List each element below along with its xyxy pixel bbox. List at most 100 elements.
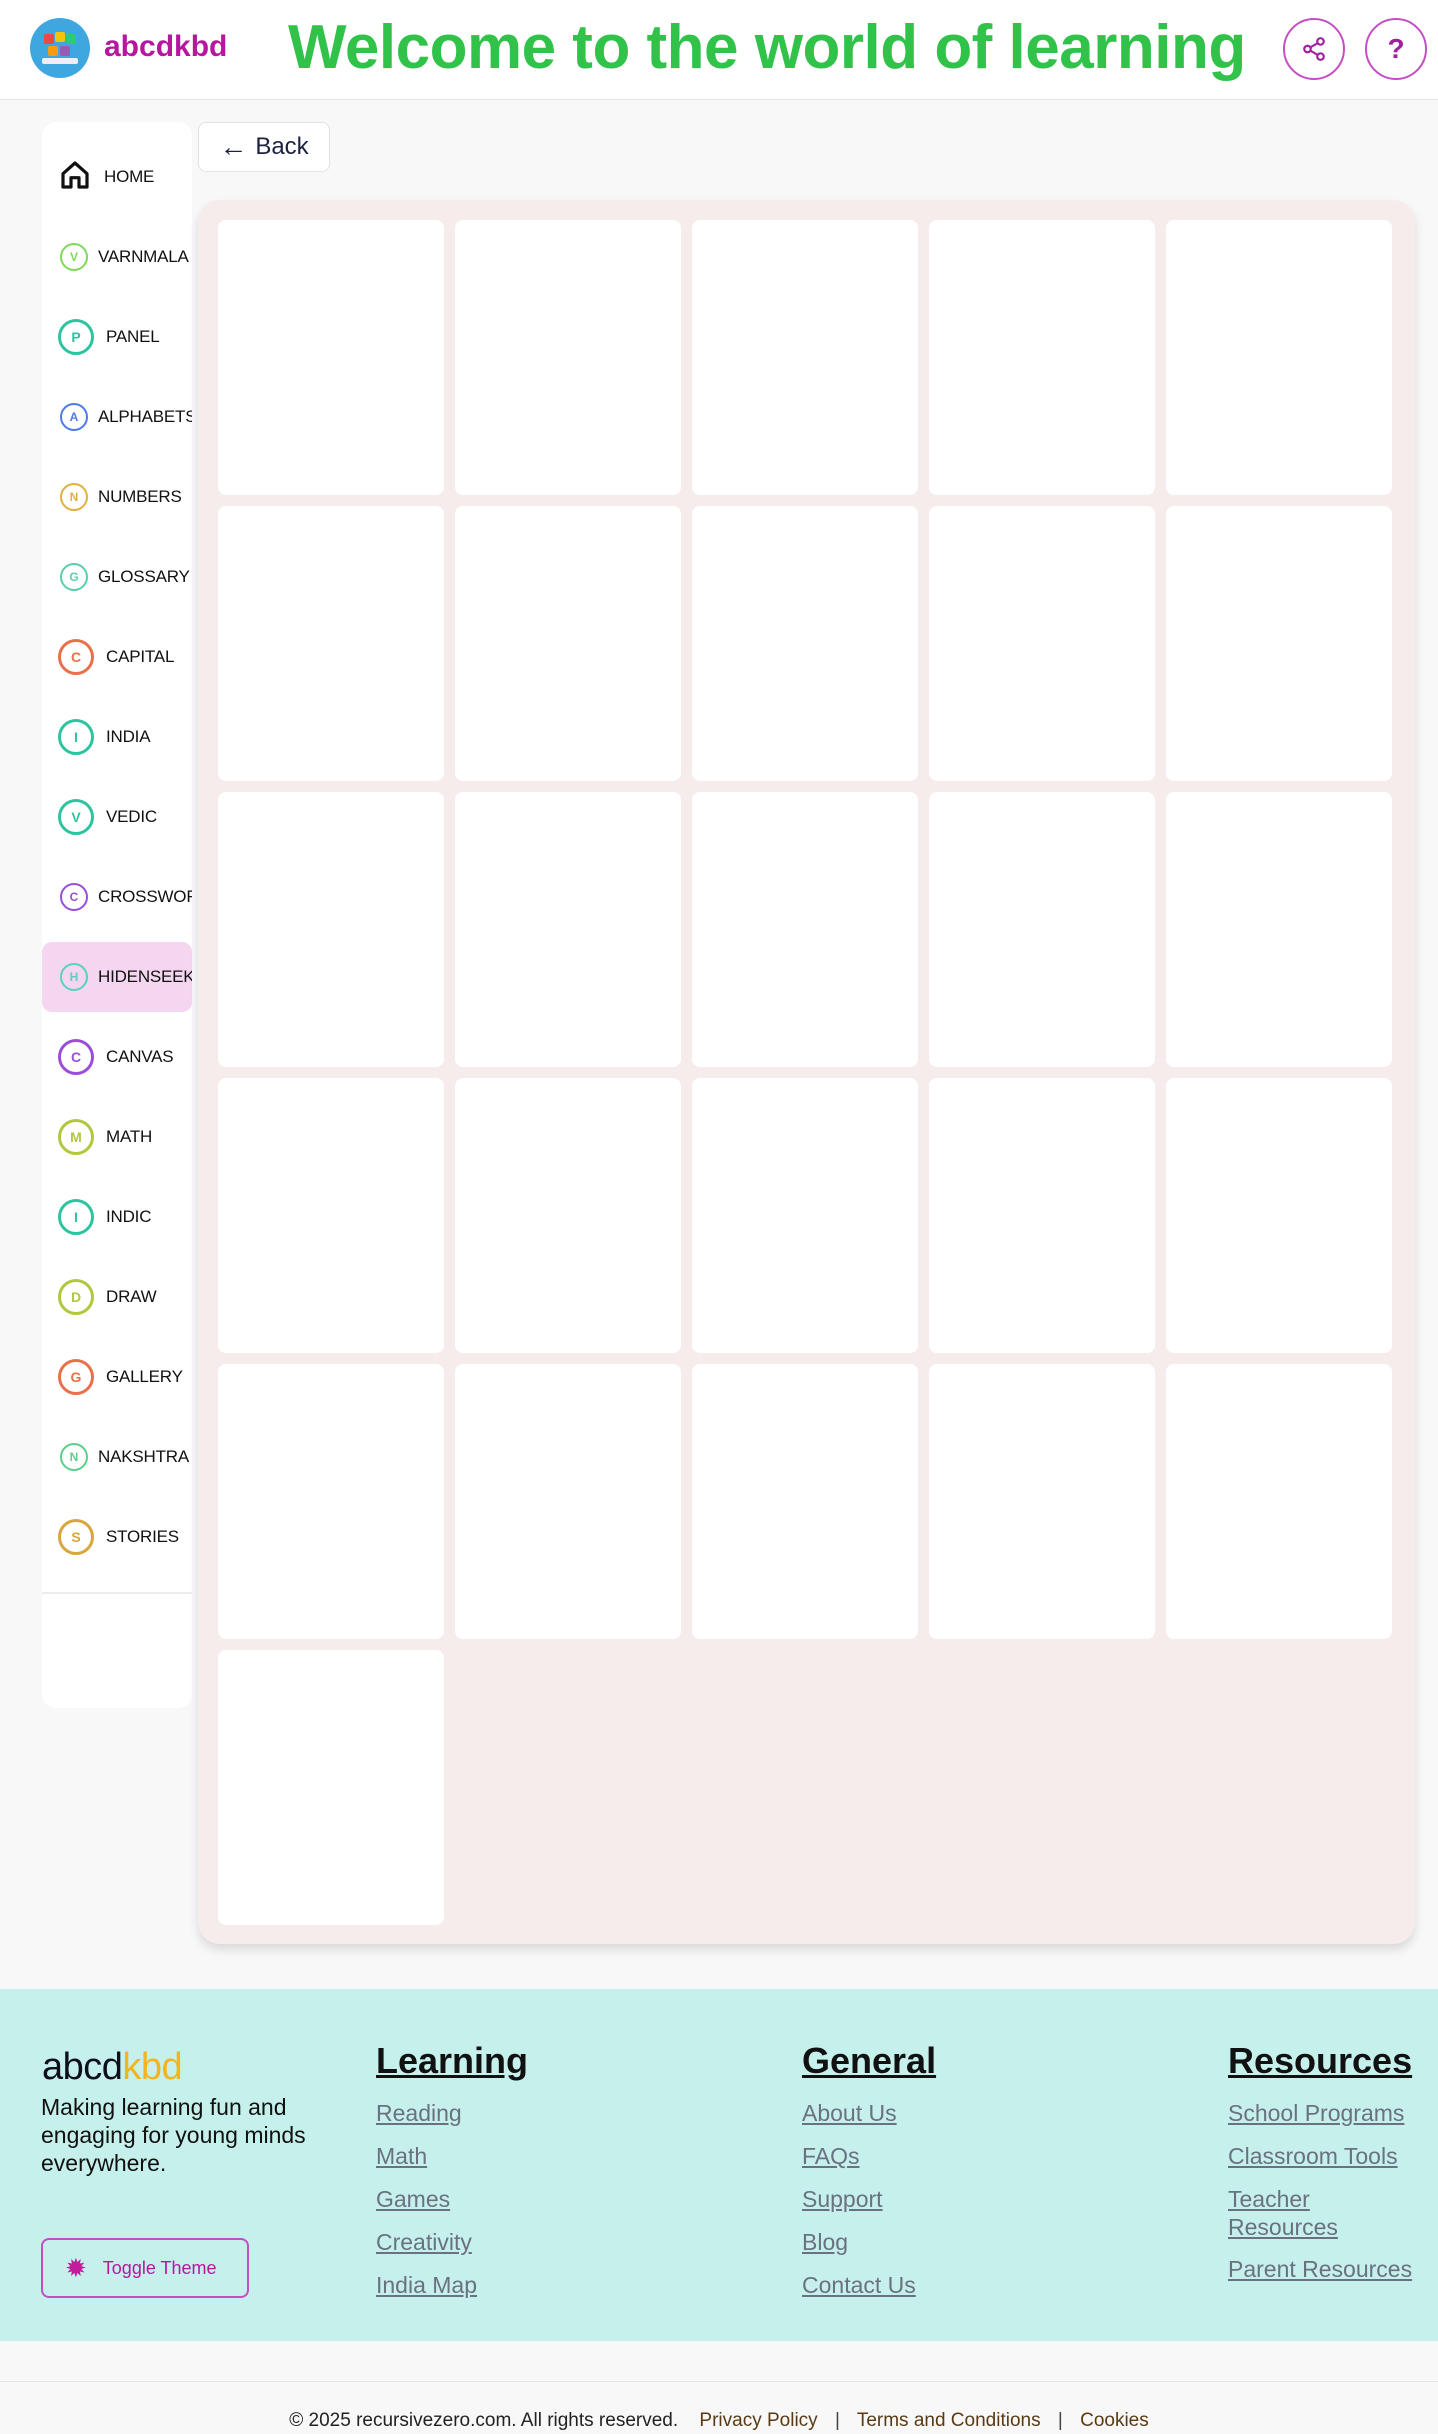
footer-link-classroom-tools[interactable]: Classroom Tools	[1228, 2142, 1424, 2170]
sidebar-item-label: INDIA	[106, 727, 151, 746]
footer-link-creativity[interactable]: Creativity	[376, 2228, 472, 2256]
sidebar-item-india[interactable]: I INDIA	[42, 702, 192, 772]
sidebar-item-gallery[interactable]: G GALLERY	[42, 1342, 192, 1412]
game-card[interactable]	[1166, 1078, 1392, 1353]
logo-icon[interactable]	[30, 18, 90, 78]
footer-link-about-us[interactable]: About Us	[802, 2099, 897, 2127]
copyright-text: © 2025 recursivezero.com. All rights res…	[289, 2410, 679, 2431]
game-card[interactable]	[455, 506, 681, 781]
footer-brand: abcdkbd	[42, 2046, 183, 2088]
letter-c-icon: C	[60, 883, 88, 911]
game-card[interactable]	[455, 1364, 681, 1639]
game-card[interactable]	[692, 1364, 918, 1639]
letter-g-icon: G	[60, 563, 88, 591]
sidebar-item-label: VEDIC	[106, 807, 157, 826]
footer-link-reading[interactable]: Reading	[376, 2099, 462, 2127]
game-card[interactable]	[455, 792, 681, 1067]
footer-link-games[interactable]: Games	[376, 2185, 450, 2213]
sidebar-item-hidenseek[interactable]: H HIDENSEEK	[42, 942, 192, 1012]
footer-tagline: Making learning fun and engaging for you…	[41, 2094, 306, 2176]
game-card[interactable]	[692, 506, 918, 781]
back-button[interactable]: ← Back	[198, 122, 330, 172]
game-card[interactable]	[929, 220, 1155, 495]
sidebar-nav: HOME V VARNMALA P PANEL A ALPHABETS N NUMBERS G GL…	[42, 122, 192, 1708]
terms-link[interactable]: Terms and Conditions	[857, 2410, 1041, 2431]
privacy-policy-link[interactable]: Privacy Policy	[699, 2410, 817, 2431]
footer-link-parent-resources[interactable]: Parent Resources	[1228, 2255, 1424, 2283]
sidebar-item-canvas[interactable]: C CANVAS	[42, 1022, 192, 1092]
game-card[interactable]	[218, 792, 444, 1067]
letter-n-icon: N	[60, 483, 88, 511]
back-button-label: Back	[255, 133, 309, 160]
letter-v-icon: V	[58, 799, 94, 835]
footer-link-india-map[interactable]: India Map	[376, 2271, 477, 2299]
sidebar-item-label: HOME	[104, 167, 155, 186]
sidebar-item-numbers[interactable]: N NUMBERS	[42, 462, 192, 532]
help-button[interactable]: ?	[1365, 18, 1427, 80]
footer-link-teacher-resources[interactable]: Teacher Resources	[1228, 2185, 1424, 2241]
game-card[interactable]	[692, 792, 918, 1067]
game-card[interactable]	[692, 220, 918, 495]
footer-link-blog[interactable]: Blog	[802, 2228, 848, 2256]
legal-bar: © 2025 recursivezero.com. All rights res…	[289, 2410, 1149, 2431]
game-card[interactable]	[218, 1650, 444, 1925]
letter-d-icon: D	[58, 1279, 94, 1315]
sidebar-item-math[interactable]: M MATH	[42, 1102, 192, 1172]
sidebar-item-vedic[interactable]: V VEDIC	[42, 782, 192, 852]
sidebar-item-varnmala[interactable]: V VARNMALA	[42, 222, 192, 292]
letter-i-icon: I	[58, 1199, 94, 1235]
legal-divider	[0, 2381, 1438, 2382]
sidebar-item-crossword[interactable]: C CROSSWORD	[42, 862, 192, 932]
share-button[interactable]	[1283, 18, 1345, 80]
footer-link-contact-us[interactable]: Contact Us	[802, 2271, 916, 2299]
game-card[interactable]	[455, 220, 681, 495]
sidebar-item-indic[interactable]: I INDIC	[42, 1182, 192, 1252]
footer-link-support[interactable]: Support	[802, 2185, 883, 2213]
sidebar-item-panel[interactable]: P PANEL	[42, 302, 192, 372]
footer-link-math[interactable]: Math	[376, 2142, 427, 2170]
game-card[interactable]	[218, 1364, 444, 1639]
sidebar-item-label: PANEL	[106, 327, 160, 346]
page-headline: Welcome to the world of learning	[288, 13, 1246, 82]
letter-m-icon: M	[58, 1119, 94, 1155]
share-icon	[1303, 37, 1325, 61]
game-card[interactable]	[929, 792, 1155, 1067]
sidebar-item-capital[interactable]: C CAPITAL	[42, 622, 192, 692]
letter-h-icon: H	[60, 963, 88, 991]
game-card[interactable]	[218, 506, 444, 781]
sidebar-item-home[interactable]: HOME	[42, 142, 192, 212]
letter-c-icon: C	[58, 639, 94, 675]
game-card[interactable]	[929, 506, 1155, 781]
sidebar-item-label: CAPITAL	[106, 647, 175, 666]
letter-p-icon: P	[58, 319, 94, 355]
game-card[interactable]	[455, 1078, 681, 1353]
game-card[interactable]	[692, 1078, 918, 1353]
game-card[interactable]	[1166, 506, 1392, 781]
home-icon	[58, 159, 92, 196]
sidebar-item-nakshtra[interactable]: N NAKSHTRA	[42, 1422, 192, 1492]
game-card[interactable]	[1166, 1364, 1392, 1639]
sidebar-item-alphabets[interactable]: A ALPHABETS	[42, 382, 192, 452]
game-card[interactable]	[218, 220, 444, 495]
letter-a-icon: A	[60, 403, 88, 431]
letter-i-icon: I	[58, 719, 94, 755]
game-card[interactable]	[1166, 792, 1392, 1067]
sidebar-item-label: CANVAS	[106, 1047, 174, 1066]
game-card[interactable]	[929, 1078, 1155, 1353]
footer-link-school-programs[interactable]: School Programs	[1228, 2099, 1424, 2127]
game-card[interactable]	[1166, 220, 1392, 495]
sidebar-item-stories[interactable]: S STORIES	[42, 1502, 192, 1572]
cookies-link[interactable]: Cookies	[1080, 2410, 1149, 2431]
letter-c-icon: C	[58, 1039, 94, 1075]
footer-column-title-learning: Learning	[376, 2040, 529, 2081]
footer-link-faqs[interactable]: FAQs	[802, 2142, 860, 2170]
game-card[interactable]	[929, 1364, 1155, 1639]
sidebar-item-glossary[interactable]: G GLOSSARY	[42, 542, 192, 612]
sidebar-item-label: STORIES	[106, 1527, 179, 1546]
sidebar-item-draw[interactable]: D DRAW	[42, 1262, 192, 1332]
sidebar-item-label: MATH	[106, 1127, 153, 1146]
brand-name[interactable]: abcdkbd	[104, 30, 227, 64]
toggle-theme-button[interactable]: ✹ Toggle Theme	[41, 2238, 249, 2298]
game-card[interactable]	[218, 1078, 444, 1353]
letter-v-icon: V	[60, 243, 88, 271]
